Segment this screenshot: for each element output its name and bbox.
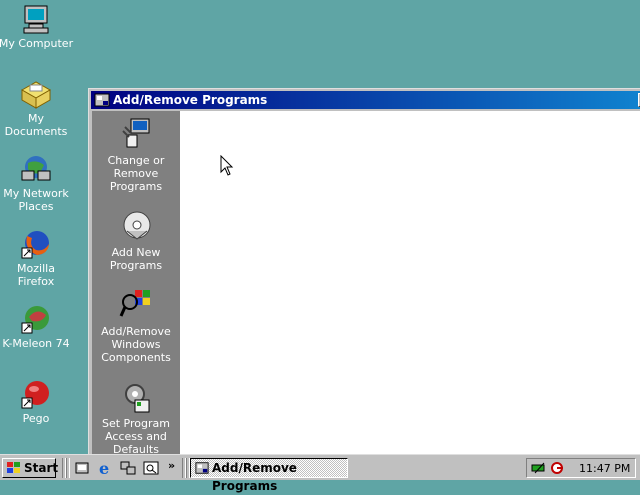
system-tray: 11:47 PM — [526, 458, 636, 478]
pego-icon — [21, 381, 49, 409]
add-remove-programs-icon — [195, 462, 209, 474]
sidebar-item-windows-components[interactable]: Add/Remove Windows Components — [92, 288, 180, 364]
desktop-icon-label: My Documents — [4, 112, 68, 138]
windows-flag-icon — [7, 462, 20, 473]
taskbar-button-label: Add/Remove Programs — [212, 461, 297, 493]
network-connection-icon[interactable] — [120, 460, 136, 476]
program-access-icon — [125, 384, 150, 413]
computer-icon — [23, 5, 49, 34]
desktop-icon-mozilla-firefox[interactable]: Mozilla Firefox — [0, 228, 74, 288]
title-bar[interactable]: Add/Remove Programs — [91, 91, 640, 109]
clock[interactable]: 11:47 PM — [579, 462, 630, 475]
show-desktop-icon[interactable] — [74, 460, 90, 476]
k-meleon-icon — [21, 306, 49, 334]
taskbar: Start e » Add/Remove Programs 11:47 PM — [0, 454, 640, 493]
window-title: Add/Remove Programs — [113, 93, 268, 107]
start-label: Start — [24, 461, 59, 475]
add-remove-programs-icon — [94, 93, 110, 107]
sidebar-item-label: Set Program Access and Defaults — [102, 417, 170, 456]
desktop-icon-label: My Network Places — [3, 187, 69, 213]
svg-text:e: e — [99, 460, 109, 476]
network-icon — [21, 156, 51, 181]
desktop-icon-my-network-places[interactable]: My Network Places — [0, 153, 74, 213]
desktop-icon-my-computer[interactable]: My Computer — [0, 3, 74, 50]
content-pane[interactable] — [180, 111, 640, 463]
change-remove-programs-icon — [122, 118, 150, 148]
firefox-icon — [21, 231, 49, 259]
desktop-icon-label: K-Meleon 74 — [2, 337, 70, 350]
desktop-icon-my-documents[interactable]: My Documents — [0, 78, 74, 138]
windows-components-icon — [119, 290, 150, 317]
desktop-icon-label: Mozilla Firefox — [17, 262, 55, 288]
quick-launch-overflow-button[interactable]: » — [168, 459, 175, 472]
sidebar: Change or Remove Programs Add New Progra… — [92, 111, 180, 463]
desktop-icon-label: My Computer — [0, 37, 74, 50]
safely-remove-hardware-icon[interactable] — [531, 461, 547, 475]
folder-icon — [20, 81, 52, 109]
security-icon[interactable] — [549, 461, 565, 475]
desktop-icon-k-meleon[interactable]: K-Meleon 74 — [0, 303, 74, 350]
search-icon[interactable] — [143, 460, 159, 476]
internet-explorer-icon[interactable]: e — [97, 460, 113, 476]
desktop-icon-label: Pego — [22, 412, 50, 425]
sidebar-item-change-or-remove[interactable]: Change or Remove Programs — [92, 117, 180, 193]
add-remove-programs-window: Add/Remove Programs Change or Remove Pro… — [88, 88, 640, 463]
sidebar-item-label: Add/Remove Windows Components — [101, 325, 171, 364]
desktop-icon-pego[interactable]: Pego — [0, 378, 74, 425]
sidebar-item-set-program-access[interactable]: Set Program Access and Defaults — [92, 380, 180, 456]
mouse-cursor-icon — [220, 155, 234, 176]
taskbar-separator — [66, 458, 70, 478]
sidebar-item-add-new[interactable]: Add New Programs — [92, 209, 180, 272]
taskbar-button-add-remove-programs[interactable]: Add/Remove Programs — [190, 458, 348, 493]
start-button[interactable]: Start — [2, 458, 59, 478]
add-new-programs-icon — [123, 211, 151, 240]
sidebar-item-label: Change or Remove Programs — [107, 154, 165, 193]
sidebar-item-label: Add New Programs — [109, 246, 163, 272]
